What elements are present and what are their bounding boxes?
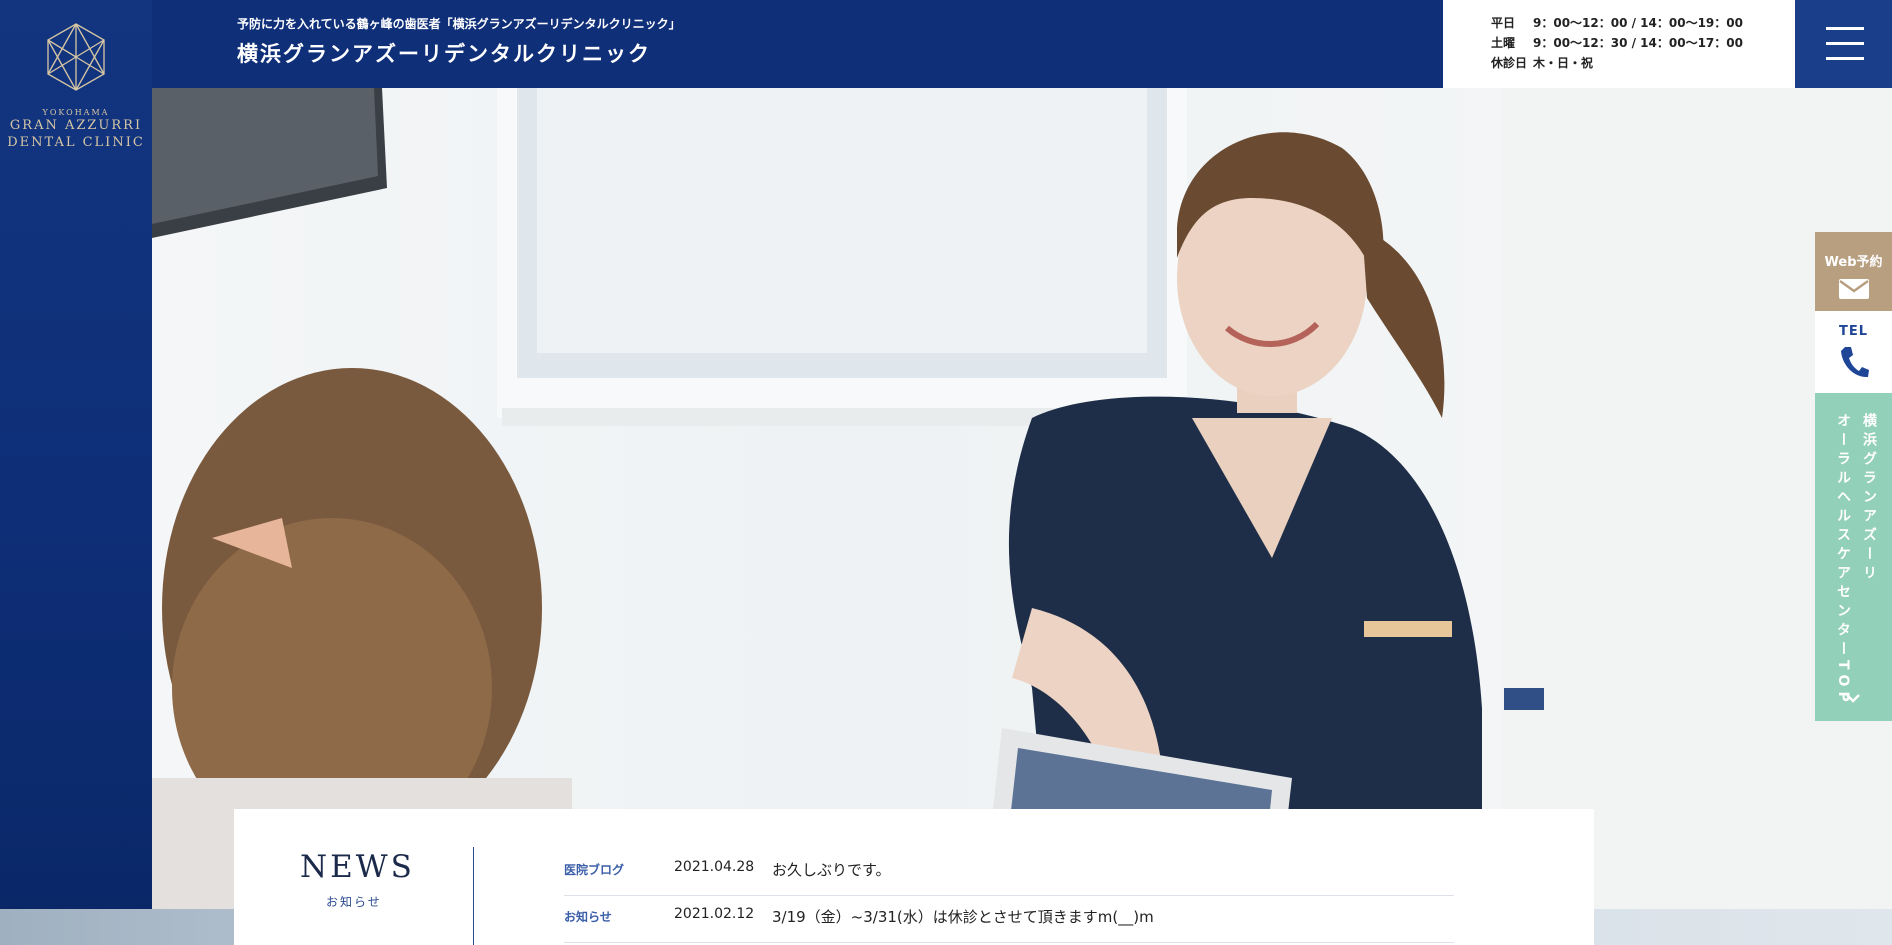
tel-label: TEL	[1838, 324, 1869, 339]
news-date: 2021.02.12	[674, 906, 755, 922]
telephone-tab[interactable]: TEL	[1815, 311, 1892, 393]
opening-hours: 平日 9：00～12：00 / 14：00～19：00 土曜 9：00～12：30 …	[1443, 0, 1795, 88]
oral-tab-line1: 横浜グランアズーリ	[1861, 413, 1877, 584]
web-reservation-label: Web予約	[1824, 255, 1883, 270]
hours-time: 木・日・祝	[1533, 56, 1594, 70]
web-reservation-tab[interactable]: Web予約	[1815, 232, 1892, 311]
oral-tab-line2: オーラルヘルスケアセンターTOP	[1835, 413, 1851, 707]
logo-line-1: GRAN AZZURRI	[9, 118, 143, 133]
header-tagline: 予防に力を入れている鶴ヶ峰の歯医者「横浜グランアズーリデンタルクリニック」	[237, 17, 681, 31]
hours-row: 土曜 9：00～12：30 / 14：00～17：00	[1491, 34, 1743, 51]
hours-time: 9：00～12：00 / 14：00～19：00	[1533, 16, 1743, 30]
news-date: 2021.04.28	[674, 859, 755, 875]
hours-day: 休診日	[1491, 56, 1528, 70]
hero-image	[152, 88, 1892, 909]
hours-day: 平日	[1491, 16, 1516, 30]
phone-icon	[1840, 347, 1869, 378]
news-headline[interactable]: お久しぶりです。	[772, 859, 891, 880]
news-subtitle: お知らせ	[326, 895, 382, 909]
clinic-name-link[interactable]: 横浜グランアズーリデンタルクリニック	[237, 38, 651, 68]
brand-column: YOKOHAMA GRAN AZZURRI DENTAL CLINIC	[0, 0, 152, 909]
news-category: お知らせ	[564, 910, 612, 924]
news-headline[interactable]: 3/19（金）~3/31(水）は休診とさせて頂きますm(__)m	[772, 906, 1154, 927]
menu-button[interactable]	[1795, 0, 1892, 88]
news-divider	[473, 847, 474, 945]
chevron-down-icon	[1846, 694, 1860, 703]
news-section: NEWS お知らせ 医院ブログ 2021.04.28 お久しぶりです。 お知らせ…	[234, 809, 1594, 945]
hours-row: 休診日 木・日・祝	[1491, 54, 1593, 71]
logo-line-2: DENTAL CLINIC	[7, 135, 145, 150]
clinic-logo[interactable]: YOKOHAMA GRAN AZZURRI DENTAL CLINIC	[0, 22, 152, 151]
oral-healthcare-center-tab[interactable]: 横浜グランアズーリ オーラルヘルスケアセンターTOP	[1815, 393, 1892, 721]
hours-day: 土曜	[1491, 36, 1516, 50]
hero-photo-illustration	[152, 88, 1892, 909]
envelope-icon	[1838, 279, 1869, 299]
logo-small-text: YOKOHAMA	[42, 108, 110, 117]
site-header: 予防に力を入れている鶴ヶ峰の歯医者「横浜グランアズーリデンタルクリニック」 横浜…	[152, 0, 1443, 88]
hours-row: 平日 9：00～12：00 / 14：00～19：00	[1491, 14, 1743, 31]
news-category: 医院ブログ	[564, 863, 625, 877]
cube-logo-icon	[47, 23, 105, 91]
news-item[interactable]: 医院ブログ 2021.04.28 お久しぶりです。	[564, 849, 1454, 896]
news-item[interactable]: お知らせ 2021.02.12 3/19（金）~3/31(水）は休診とさせて頂き…	[564, 896, 1454, 943]
hours-time: 9：00～12：30 / 14：00～17：00	[1533, 36, 1743, 50]
news-title: NEWS	[300, 849, 415, 885]
